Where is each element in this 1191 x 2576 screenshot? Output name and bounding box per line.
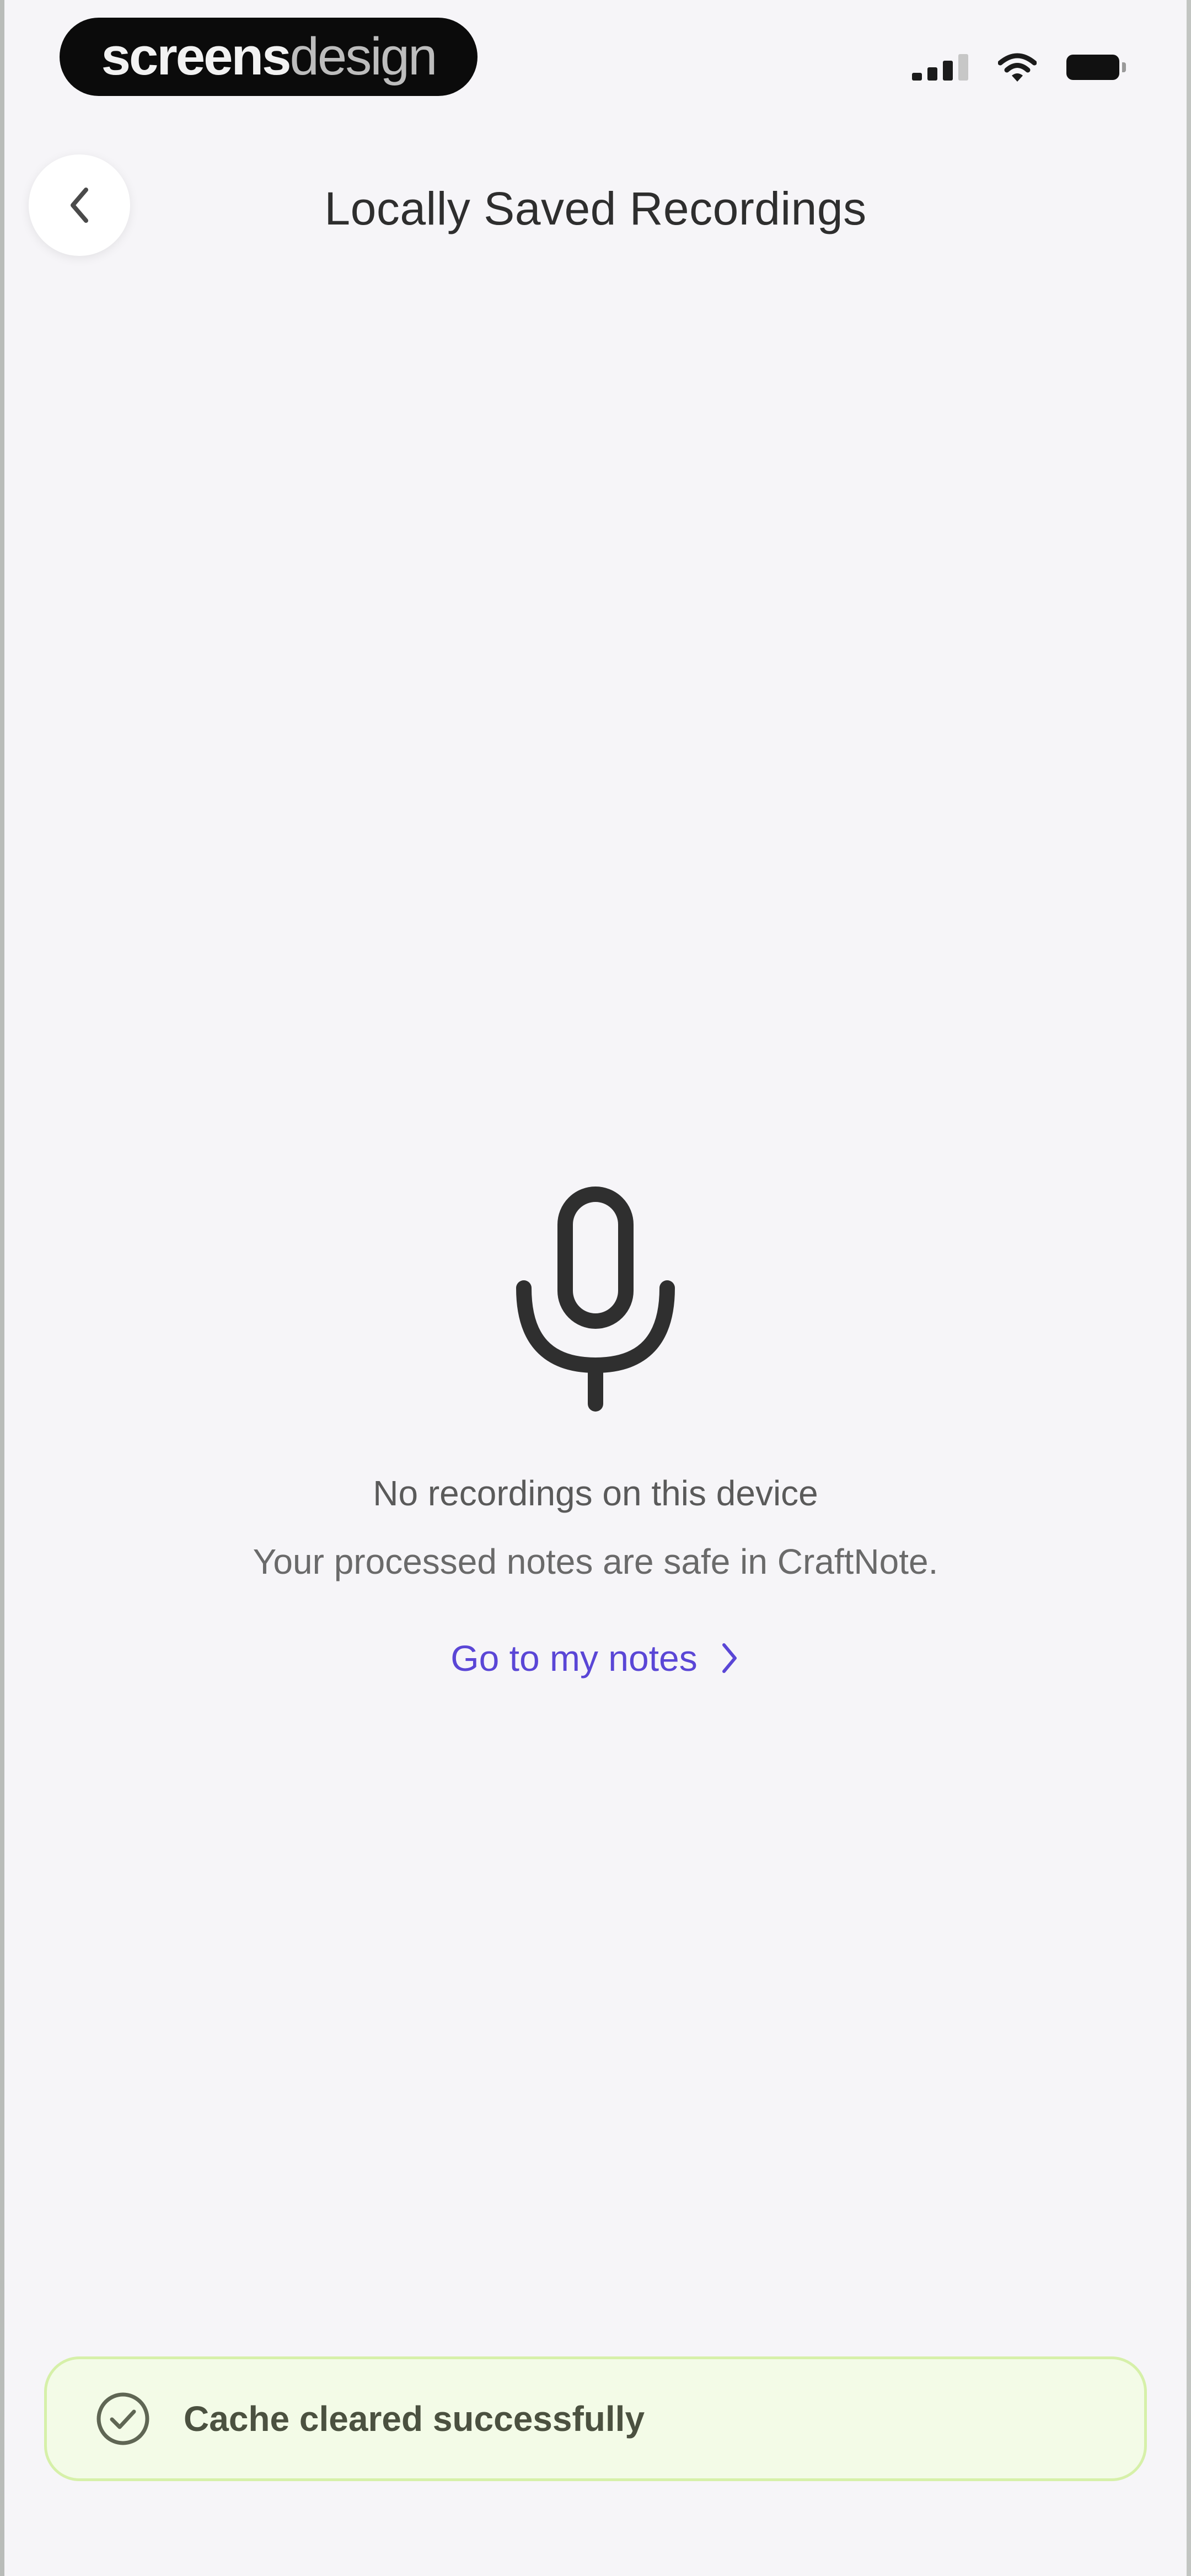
status-bar: screens design — [0, 0, 1191, 116]
chevron-right-icon — [722, 1643, 737, 1673]
battery-icon — [1066, 55, 1126, 80]
brand-text-light: design — [289, 27, 438, 86]
wifi-icon — [998, 53, 1037, 82]
status-icons — [912, 51, 1126, 84]
brand-text-strong: screens — [101, 27, 292, 86]
empty-state-title: No recordings on this device — [373, 1473, 818, 1513]
empty-state: No recordings on this device Your proces… — [0, 1180, 1191, 1679]
toast-message: Cache cleared successfully — [184, 2399, 645, 2439]
go-to-notes-link[interactable]: Go to my notes — [450, 1637, 741, 1679]
toast-notification: Cache cleared successfully — [44, 2356, 1147, 2481]
cellular-signal-icon — [912, 54, 968, 81]
check-circle-icon — [96, 2392, 149, 2445]
microphone-icon — [516, 1187, 675, 1412]
brand-watermark: screens design — [60, 18, 478, 96]
go-to-notes-label: Go to my notes — [450, 1638, 698, 1679]
page-title: Locally Saved Recordings — [324, 183, 867, 234]
empty-state-subtitle: Your processed notes are safe in CraftNo… — [253, 1542, 938, 1581]
